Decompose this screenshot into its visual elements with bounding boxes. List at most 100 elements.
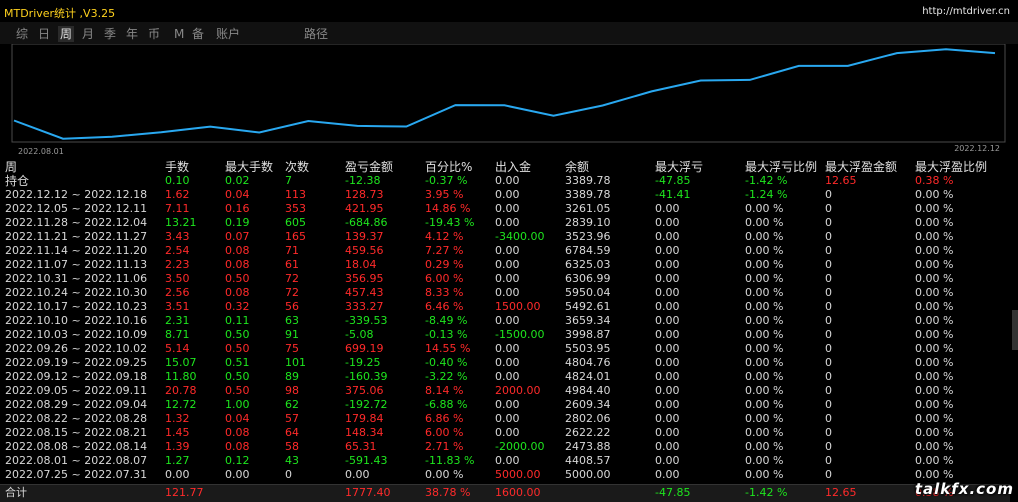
table-row[interactable]: 2022.12.05 ~ 2022.12.11 7.11 0.16 353 421.95…: [0, 202, 1010, 216]
column-header: 次数: [285, 160, 310, 174]
tab-6[interactable]: 币: [146, 26, 162, 42]
table-row[interactable]: 2022.11.28 ~ 2022.12.04 13.21 0.19 605 -684.…: [0, 216, 1010, 230]
cell-pct: 6.00 %: [425, 272, 464, 285]
cell-max_fp: 0: [825, 370, 832, 383]
cell-lots: 20.78: [165, 384, 197, 397]
tab-1[interactable]: 日: [36, 26, 52, 42]
table-row[interactable]: 2022.08.15 ~ 2022.08.21 1.45 0.08 64 148.34 6…: [0, 426, 1010, 440]
tab-2[interactable]: 周: [58, 26, 75, 42]
site-link[interactable]: http://mtdriver.cn: [922, 6, 1010, 17]
tab-9[interactable]: 账户: [214, 26, 242, 42]
title-bar: MTDriver统计 ,V3.25 http://mtdriver.cn: [0, 0, 1018, 22]
cell-week: 2022.08.01 ~ 2022.08.07: [5, 454, 148, 467]
cell-count: 72: [285, 272, 299, 285]
cell-count: 113: [285, 188, 306, 201]
cell-week: 2022.09.12 ~ 2022.09.18: [5, 370, 148, 383]
cell-pct: -11.83 %: [425, 454, 475, 467]
cell-max_lots: 0.16: [225, 202, 250, 215]
table-row[interactable]: 2022.11.07 ~ 2022.11.13 2.23 0.08 61 18.04 0.…: [0, 258, 1010, 272]
total-max_dd_pct: -1.42 %: [745, 486, 788, 499]
holdings-cell: 持仓: [5, 174, 30, 188]
table-row[interactable]: 2022.08.29 ~ 2022.09.04 12.72 1.00 62 -192.7…: [0, 398, 1010, 412]
scrollbar-handle[interactable]: [1012, 310, 1018, 350]
tab-7[interactable]: M: [172, 26, 186, 42]
cell-lots: 2.56: [165, 286, 190, 299]
table-row[interactable]: 2022.10.24 ~ 2022.10.30 2.56 0.08 72 457.43 8…: [0, 286, 1010, 300]
column-header: 最大浮亏: [655, 160, 704, 174]
cell-pnl: 699.19: [345, 342, 384, 355]
table-row[interactable]: 2022.08.01 ~ 2022.08.07 1.27 0.12 43 -591.43…: [0, 454, 1010, 468]
tab-3[interactable]: 月: [80, 26, 96, 42]
tab-4[interactable]: 季: [102, 26, 118, 42]
table-row[interactable]: 2022.09.05 ~ 2022.09.11 20.78 0.50 98 375.06…: [0, 384, 1010, 398]
cell-max_fp_pct: 0.00 %: [915, 286, 954, 299]
cell-max_lots: 0.08: [225, 440, 250, 453]
cell-max_fp_pct: 0.00 %: [915, 272, 954, 285]
cell-lots: 12.72: [165, 398, 197, 411]
cell-pnl: 356.95: [345, 272, 384, 285]
column-header: 最大手数: [225, 160, 274, 174]
cell-balance: 4408.57: [565, 454, 611, 467]
cell-count: 58: [285, 440, 299, 453]
balance-line-chart: [11, 44, 1006, 143]
cell-week: 2022.09.26 ~ 2022.10.02: [5, 342, 148, 355]
cell-max_fp: 0: [825, 426, 832, 439]
cell-count: 91: [285, 328, 299, 341]
table-row[interactable]: 2022.10.17 ~ 2022.10.23 3.51 0.32 56 333.27 6…: [0, 300, 1010, 314]
table-row[interactable]: 2022.09.12 ~ 2022.09.18 11.80 0.50 89 -160.3…: [0, 370, 1010, 384]
cell-lots: 11.80: [165, 370, 197, 383]
table-row[interactable]: 2022.10.10 ~ 2022.10.16 2.31 0.11 63 -339.53…: [0, 314, 1010, 328]
cell-lots: 1.27: [165, 454, 190, 467]
cell-max_fp: 0: [825, 328, 832, 341]
cell-cash: -2000.00: [495, 440, 545, 453]
tab-8[interactable]: 备: [190, 26, 206, 42]
cell-max_dd: 0.00: [655, 468, 680, 481]
total-pnl: 1777.40: [345, 486, 391, 499]
cell-max_fp: 0: [825, 188, 832, 201]
table-row[interactable]: 2022.07.25 ~ 2022.07.31 0.00 0.00 0 0.00 0.00…: [0, 468, 1010, 482]
cell-cash: 0.00: [495, 426, 520, 439]
cell-pnl: 459.56: [345, 244, 384, 257]
cell-cash: 0.00: [495, 286, 520, 299]
cell-balance: 2473.88: [565, 440, 611, 453]
cell-balance: 5000.00: [565, 468, 611, 481]
cell-max_dd: 0.00: [655, 328, 680, 341]
app-title: MTDriver统计 ,V3.25: [4, 7, 116, 20]
cell-max_dd_pct: 0.00 %: [745, 454, 784, 467]
cell-max_fp_pct: 0.00 %: [915, 398, 954, 411]
table-row[interactable]: 2022.09.26 ~ 2022.10.02 5.14 0.50 75 699.19 1…: [0, 342, 1010, 356]
cell-max_dd_pct: 0.00 %: [745, 286, 784, 299]
cell-max_dd_pct: 0.00 %: [745, 328, 784, 341]
table-row[interactable]: 2022.08.08 ~ 2022.08.14 1.39 0.08 58 65.31 2.…: [0, 440, 1010, 454]
cell-lots: 5.14: [165, 342, 190, 355]
cell-max_dd_pct: 0.00 %: [745, 216, 784, 229]
cell-max_dd: 0.00: [655, 412, 680, 425]
cell-lots: 2.54: [165, 244, 190, 257]
cell-lots: 15.07: [165, 356, 197, 369]
cell-count: 605: [285, 216, 306, 229]
tab-0[interactable]: 综: [14, 26, 30, 42]
cell-pct: -0.13 %: [425, 328, 468, 341]
tab-5[interactable]: 年: [124, 26, 140, 42]
tab-10[interactable]: 路径: [302, 26, 330, 42]
table-row[interactable]: 2022.09.19 ~ 2022.09.25 15.07 0.51 101 -19.2…: [0, 356, 1010, 370]
cell-max_fp: 0: [825, 384, 832, 397]
cell-max_fp: 0: [825, 258, 832, 271]
cell-max_dd: 0.00: [655, 286, 680, 299]
table-row[interactable]: 2022.12.12 ~ 2022.12.18 1.62 0.04 113 128.73…: [0, 188, 1010, 202]
cell-max_dd: 0.00: [655, 356, 680, 369]
table-row[interactable]: 2022.11.21 ~ 2022.11.27 3.43 0.07 165 139.37…: [0, 230, 1010, 244]
cell-pct: 7.27 %: [425, 244, 464, 257]
cell-max_lots: 0.50: [225, 384, 250, 397]
cell-cash: 0.00: [495, 272, 520, 285]
table-row[interactable]: 2022.10.31 ~ 2022.11.06 3.50 0.50 72 356.95 6…: [0, 272, 1010, 286]
cell-max_lots: 0.50: [225, 342, 250, 355]
cell-max_fp: 0: [825, 230, 832, 243]
cell-count: 61: [285, 258, 299, 271]
holdings-cell: 7: [285, 174, 292, 187]
cell-balance: 5950.04: [565, 286, 611, 299]
table-row[interactable]: 2022.08.22 ~ 2022.08.28 1.32 0.04 57 179.84 6…: [0, 412, 1010, 426]
cell-lots: 1.39: [165, 440, 190, 453]
table-row[interactable]: 2022.11.14 ~ 2022.11.20 2.54 0.08 71 459.56 7…: [0, 244, 1010, 258]
table-row[interactable]: 2022.10.03 ~ 2022.10.09 8.71 0.50 91 -5.08 -0…: [0, 328, 1010, 342]
